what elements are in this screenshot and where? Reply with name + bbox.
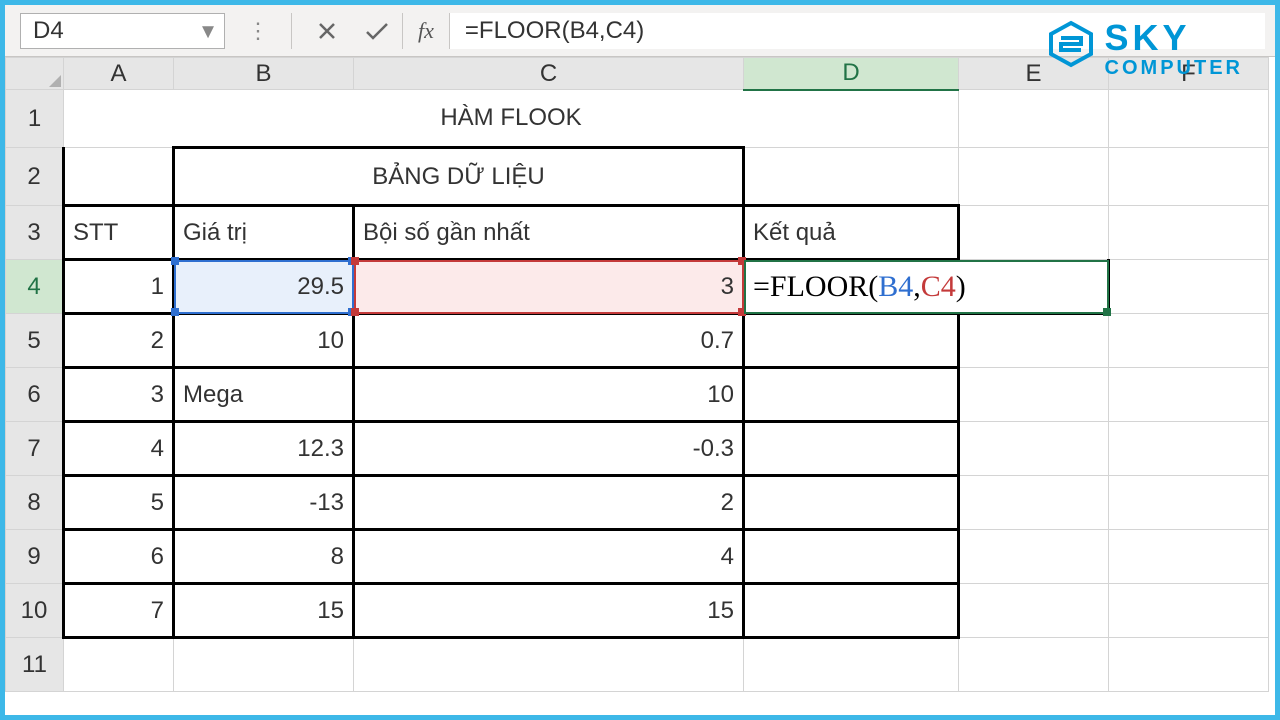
- col-header-d[interactable]: D: [744, 58, 959, 90]
- row-header-10[interactable]: 10: [6, 584, 64, 638]
- cell-f4[interactable]: [1109, 260, 1269, 314]
- header-boiso[interactable]: Bội số gần nhất: [354, 206, 744, 260]
- cell-b9[interactable]: 8: [174, 530, 354, 584]
- cell-f6[interactable]: [1109, 368, 1269, 422]
- cell-c9[interactable]: 4: [354, 530, 744, 584]
- col-header-a[interactable]: A: [64, 58, 174, 90]
- cell-b11[interactable]: [174, 638, 354, 692]
- cell-f10[interactable]: [1109, 584, 1269, 638]
- row-header-7[interactable]: 7: [6, 422, 64, 476]
- brand-logo-sky: SKY: [1105, 20, 1243, 56]
- cell-d2[interactable]: [744, 148, 959, 206]
- cell-b8[interactable]: -13: [174, 476, 354, 530]
- title-cell[interactable]: HÀM FLOOK: [64, 90, 959, 148]
- row-header-5[interactable]: 5: [6, 314, 64, 368]
- cell-d11[interactable]: [744, 638, 959, 692]
- name-box-value: D4: [33, 17, 64, 45]
- cell-e9[interactable]: [959, 530, 1109, 584]
- brand-logo: SKY COMPUTER: [1047, 20, 1243, 78]
- cell-f11[interactable]: [1109, 638, 1269, 692]
- cell-a5[interactable]: 2: [64, 314, 174, 368]
- cell-f9[interactable]: [1109, 530, 1269, 584]
- cell-d6[interactable]: [744, 368, 959, 422]
- brand-logo-icon: [1047, 20, 1095, 68]
- cell-a4[interactable]: 1: [64, 260, 174, 314]
- cell-b4[interactable]: 29.5: [174, 260, 354, 314]
- cell-c4-value: 3: [721, 273, 734, 300]
- col-header-c[interactable]: C: [354, 58, 744, 90]
- cell-c6[interactable]: 10: [354, 368, 744, 422]
- cell-f1[interactable]: [1109, 90, 1269, 148]
- cell-f3[interactable]: [1109, 206, 1269, 260]
- subtitle-cell[interactable]: BẢNG DỮ LIỆU: [174, 148, 744, 206]
- cell-d4-formula: =FLOOR(B4,C4): [753, 270, 966, 303]
- header-ketqua[interactable]: Kết quả: [744, 206, 959, 260]
- enter-icon[interactable]: [352, 13, 402, 49]
- cell-d7[interactable]: [744, 422, 959, 476]
- name-box[interactable]: D4 ▾: [20, 13, 225, 49]
- cell-e11[interactable]: [959, 638, 1109, 692]
- header-giatri[interactable]: Giá trị: [174, 206, 354, 260]
- cell-c8[interactable]: 2: [354, 476, 744, 530]
- more-icon[interactable]: ⋮: [235, 18, 281, 44]
- cell-e6[interactable]: [959, 368, 1109, 422]
- row-header-6[interactable]: 6: [6, 368, 64, 422]
- cell-b4-value: 29.5: [297, 273, 344, 300]
- cell-e2[interactable]: [959, 148, 1109, 206]
- cell-d5[interactable]: [744, 314, 959, 368]
- spreadsheet-grid[interactable]: A B C D E F 1 HÀM FLOOK 2 BẢNG DỮ LIỆU 3…: [5, 57, 1275, 692]
- cell-d10[interactable]: [744, 584, 959, 638]
- cell-b5[interactable]: 10: [174, 314, 354, 368]
- row-header-1[interactable]: 1: [6, 90, 64, 148]
- brand-logo-computer: COMPUTER: [1105, 58, 1243, 78]
- cell-e1[interactable]: [959, 90, 1109, 148]
- select-all-corner[interactable]: [6, 58, 64, 90]
- cell-a2[interactable]: [64, 148, 174, 206]
- cell-a6[interactable]: 3: [64, 368, 174, 422]
- cell-d9[interactable]: [744, 530, 959, 584]
- separator: [291, 13, 292, 49]
- fill-handle-icon[interactable]: [1103, 308, 1111, 316]
- col-header-b[interactable]: B: [174, 58, 354, 90]
- row-header-9[interactable]: 9: [6, 530, 64, 584]
- cell-c4[interactable]: 3: [354, 260, 744, 314]
- cell-e10[interactable]: [959, 584, 1109, 638]
- cell-c10[interactable]: 15: [354, 584, 744, 638]
- cell-c5[interactable]: 0.7: [354, 314, 744, 368]
- row-header-2[interactable]: 2: [6, 148, 64, 206]
- row-header-3[interactable]: 3: [6, 206, 64, 260]
- cell-e8[interactable]: [959, 476, 1109, 530]
- header-stt[interactable]: STT: [64, 206, 174, 260]
- cell-a11[interactable]: [64, 638, 174, 692]
- cell-e3[interactable]: [959, 206, 1109, 260]
- chevron-down-icon[interactable]: ▾: [202, 16, 214, 45]
- cell-c11[interactable]: [354, 638, 744, 692]
- cell-f5[interactable]: [1109, 314, 1269, 368]
- cell-a7[interactable]: 4: [64, 422, 174, 476]
- cell-a9[interactable]: 6: [64, 530, 174, 584]
- cell-c7[interactable]: -0.3: [354, 422, 744, 476]
- cell-f7[interactable]: [1109, 422, 1269, 476]
- cell-e7[interactable]: [959, 422, 1109, 476]
- cell-b10[interactable]: 15: [174, 584, 354, 638]
- cell-f8[interactable]: [1109, 476, 1269, 530]
- cancel-icon[interactable]: [302, 13, 352, 49]
- cell-b7[interactable]: 12.3: [174, 422, 354, 476]
- row-header-11[interactable]: 11: [6, 638, 64, 692]
- row-header-8[interactable]: 8: [6, 476, 64, 530]
- cell-f2[interactable]: [1109, 148, 1269, 206]
- cell-a10[interactable]: 7: [64, 584, 174, 638]
- cell-e5[interactable]: [959, 314, 1109, 368]
- cell-d4-editing[interactable]: =FLOOR(B4,C4): [744, 260, 1109, 314]
- cell-d8[interactable]: [744, 476, 959, 530]
- cell-a8[interactable]: 5: [64, 476, 174, 530]
- fx-icon[interactable]: fx: [402, 13, 450, 49]
- cell-b6[interactable]: Mega: [174, 368, 354, 422]
- row-header-4[interactable]: 4: [6, 260, 64, 314]
